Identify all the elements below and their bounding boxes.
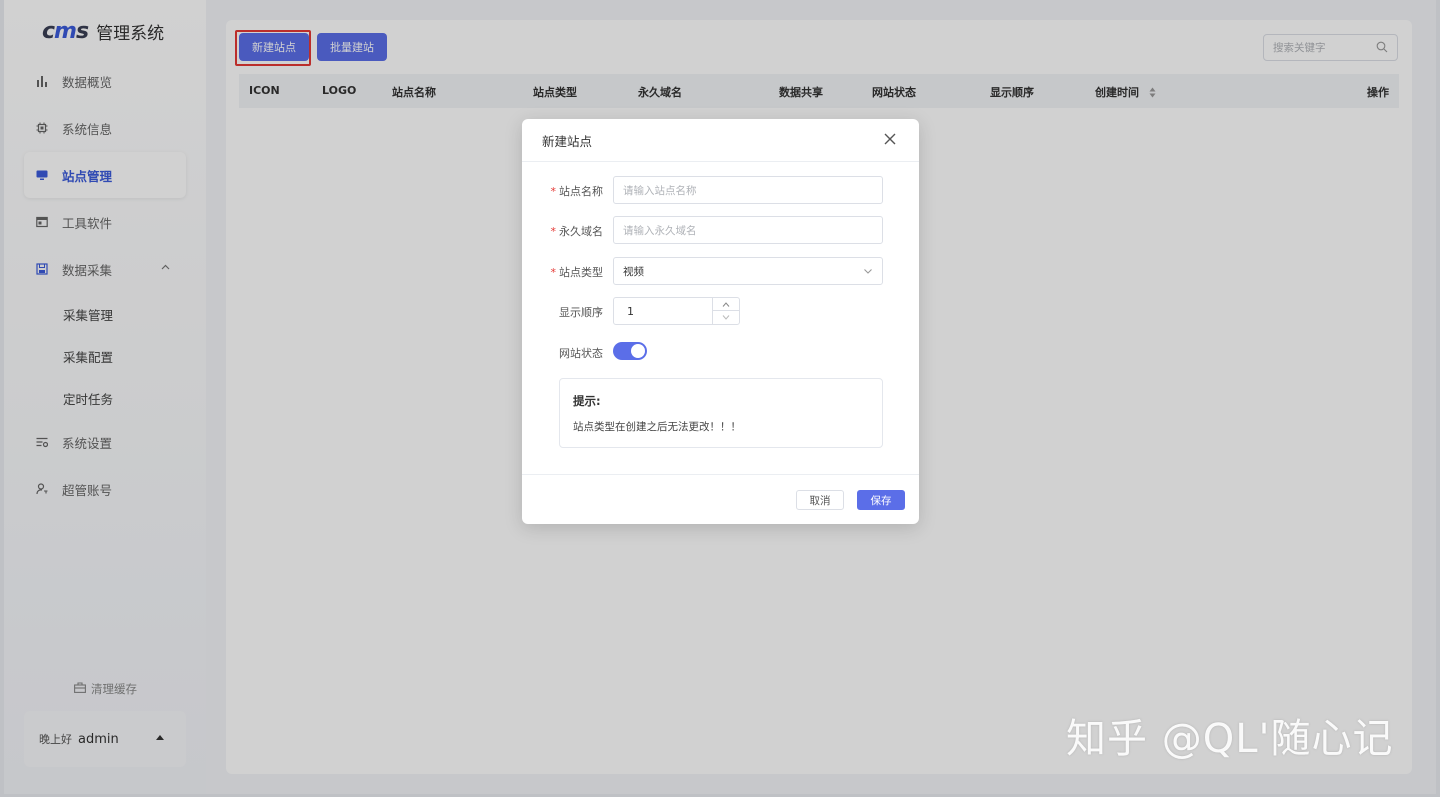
site-type-value: 视频	[623, 265, 644, 278]
toggle-knob	[631, 344, 645, 358]
display-order-stepper[interactable]: 1	[613, 297, 740, 325]
stepper-buttons	[712, 298, 739, 324]
display-order-label: 显示顺序	[559, 306, 603, 319]
watermark: 知乎 @QL'随心记	[1066, 716, 1394, 762]
site-type-select[interactable]: 视频	[613, 257, 883, 285]
increment-button[interactable]	[713, 298, 739, 311]
dialog-header: 新建站点	[522, 119, 919, 162]
form-row-site-type: * 站点类型 视频	[522, 257, 919, 285]
site-name-label: * 站点名称	[550, 185, 604, 198]
site-status-toggle[interactable]	[613, 342, 647, 360]
tip-title: 提示:	[573, 394, 601, 408]
close-icon[interactable]	[883, 132, 899, 148]
save-button[interactable]: 保存	[857, 490, 905, 510]
decrement-button[interactable]	[713, 311, 739, 324]
tip-text: 站点类型在创建之后无法更改！！！	[573, 421, 741, 433]
dialog-footer: 取消 保存	[522, 474, 919, 524]
dialog-title: 新建站点	[542, 133, 593, 149]
site-name-placeholder: 请输入站点名称	[623, 184, 697, 197]
site-status-label: 网站状态	[559, 347, 603, 360]
form-row-site-name: * 站点名称 请输入站点名称	[522, 176, 919, 204]
site-type-label: * 站点类型	[550, 266, 604, 279]
tip-box: 提示: 站点类型在创建之后无法更改！！！	[559, 378, 883, 448]
site-name-input[interactable]: 请输入站点名称	[613, 176, 883, 204]
chevron-down-icon	[863, 266, 873, 276]
form-row-display-order: 显示顺序 1	[522, 297, 919, 325]
form-row-site-status: 网站状态	[522, 338, 919, 366]
domain-placeholder: 请输入永久域名	[623, 224, 697, 237]
domain-label: * 永久域名	[550, 225, 604, 238]
cancel-button[interactable]: 取消	[796, 490, 844, 510]
form-row-domain: * 永久域名 请输入永久域名	[522, 216, 919, 244]
display-order-value: 1	[627, 304, 634, 318]
new-site-dialog: 新建站点 * 站点名称 请输入站点名称 * 永久域名 请输入永久域名 * 站点类型 视…	[522, 119, 919, 524]
domain-input[interactable]: 请输入永久域名	[613, 216, 883, 244]
